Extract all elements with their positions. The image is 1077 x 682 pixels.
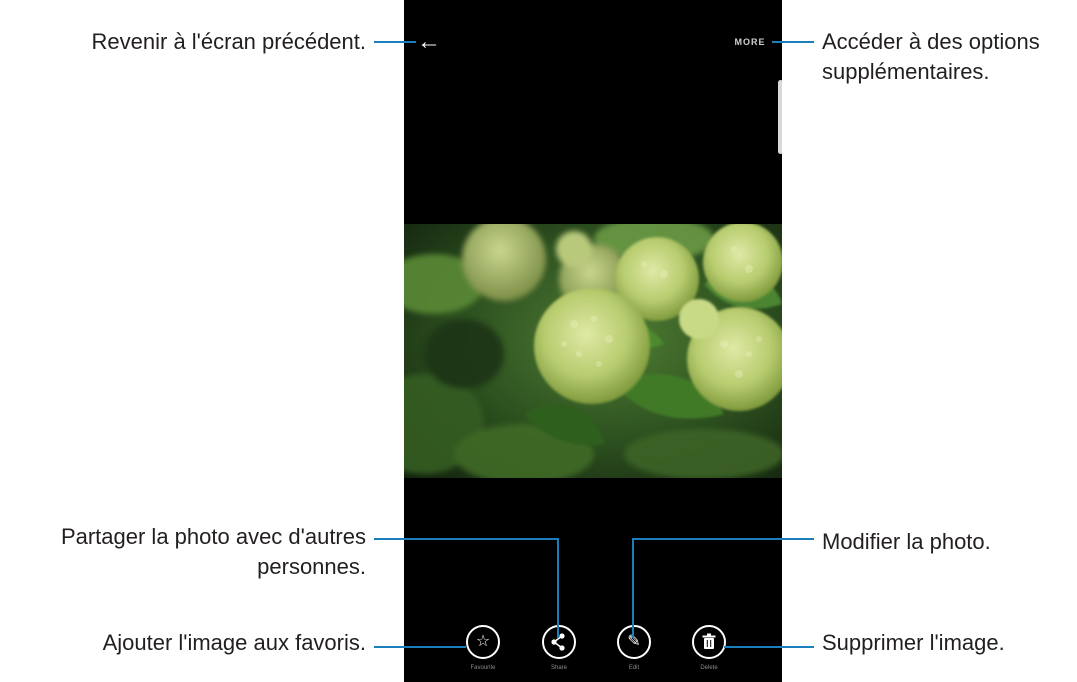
callout-edit-text: Modifier la photo. [822, 529, 991, 554]
pencil-icon: ✎ [617, 625, 651, 659]
callout-share-line2: personnes. [257, 554, 366, 579]
leader-edit-h [632, 538, 814, 540]
back-arrow-icon[interactable]: ← [414, 29, 444, 55]
callout-favorite: Ajouter l'image aux favoris. [103, 628, 366, 658]
bottom-action-bar: ☆ Favourite Share ✎ Edit Delete [404, 620, 782, 682]
favourite-button[interactable]: ☆ Favourite [459, 625, 507, 679]
callout-more-line2: supplémentaires. [822, 59, 990, 84]
leader-edit-v [632, 538, 634, 638]
callout-more-line1: Accéder à des options [822, 29, 1040, 54]
callout-edit: Modifier la photo. [822, 527, 991, 557]
leader-share-v [557, 538, 559, 638]
leader-more [772, 41, 814, 43]
callout-delete-text: Supprimer l'image. [822, 630, 1005, 655]
trash-icon [692, 625, 726, 659]
share-label: Share [550, 665, 567, 671]
hydrangea-photo [404, 224, 782, 478]
delete-label: Delete [700, 665, 718, 671]
leader-favorite [374, 646, 466, 648]
more-button[interactable]: MORE [728, 33, 772, 51]
scroll-handle[interactable] [778, 80, 782, 154]
photo-image [404, 224, 782, 478]
callout-delete: Supprimer l'image. [822, 628, 1005, 658]
favourite-label: Favourite [470, 665, 496, 671]
delete-button[interactable]: Delete [685, 625, 733, 679]
callout-back: Revenir à l'écran précédent. [92, 27, 366, 57]
phone-screen: ← MORE ☆ Favourite Share ✎ Edit Delete [404, 0, 782, 682]
callout-share: Partager la photo avec d'autres personne… [61, 522, 366, 582]
callout-more: Accéder à des options supplémentaires. [822, 27, 1040, 87]
trash-icon-glyph [702, 633, 716, 649]
edit-button[interactable]: ✎ Edit [610, 625, 658, 679]
callout-favorite-text: Ajouter l'image aux favoris. [102, 630, 366, 655]
callout-back-text: Revenir à l'écran précédent. [91, 29, 366, 54]
share-button[interactable]: Share [535, 625, 583, 679]
edit-label: Edit [628, 665, 640, 671]
leader-back [374, 41, 416, 43]
leader-share-h [374, 538, 559, 540]
share-icon [542, 625, 576, 659]
callout-share-line1: Partager la photo avec d'autres [60, 524, 366, 549]
star-icon: ☆ [466, 625, 500, 659]
leader-delete [724, 646, 814, 648]
share-icon-glyph [551, 633, 565, 651]
